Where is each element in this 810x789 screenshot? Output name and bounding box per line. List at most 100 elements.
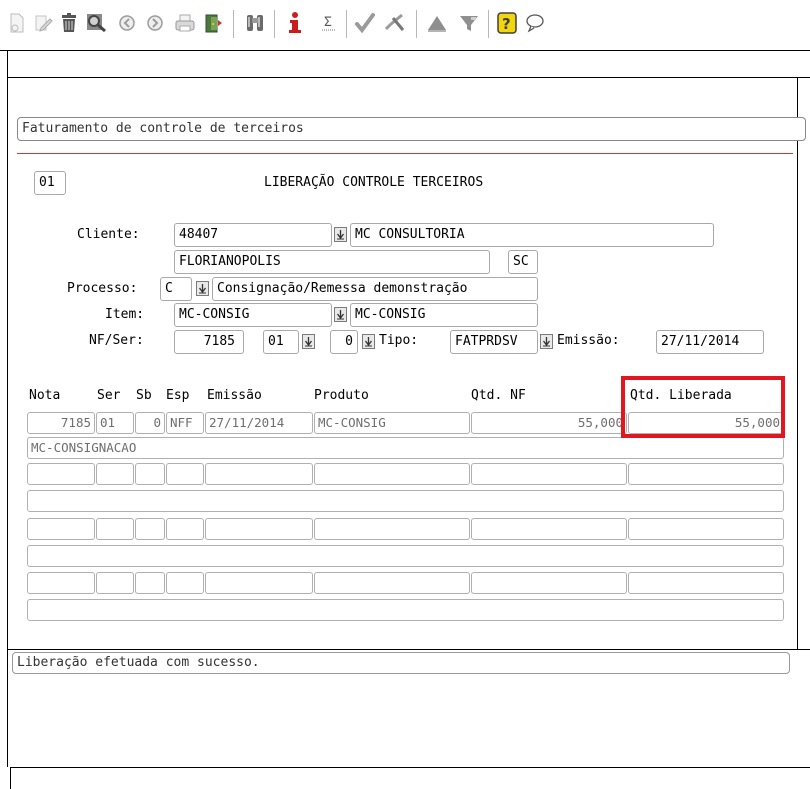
cliente-name-field: MC CONSULTORIA [350, 223, 714, 247]
cidade-field: FLORIANOPOLIS [174, 250, 490, 274]
empty-cell [166, 572, 204, 594]
frame-left-line-bottom [7, 649, 8, 767]
empty-cell [166, 463, 204, 485]
cell-emissao: 27/11/2014 [205, 412, 313, 434]
frame-footer-left-line [10, 767, 11, 789]
empty-cell [314, 572, 470, 594]
cell-descricao: MC-CONSIGNACAO [27, 437, 784, 459]
new-doc-icon[interactable] [4, 8, 30, 38]
check-icon[interactable] [352, 8, 378, 38]
empty-cell [135, 572, 165, 594]
frame-bottom-line [7, 649, 810, 650]
arrow-down-icon [542, 337, 551, 347]
frame-right-line-main [797, 77, 798, 649]
empty-cell [314, 463, 470, 485]
counter-icon[interactable]: Σ [316, 8, 342, 38]
header-esp: Esp [166, 388, 190, 403]
binoculars-icon[interactable] [242, 8, 268, 38]
frame-footer-line [10, 767, 810, 768]
red-divider [17, 153, 793, 154]
empty-cell [471, 463, 627, 485]
form-title: LIBERAÇÃO CONTROLE TERCEIROS [264, 175, 484, 190]
serie-input[interactable]: 01 [263, 330, 299, 354]
empty-cell [96, 463, 134, 485]
cliente-label: Cliente: [77, 227, 140, 242]
cell-produto: MC-CONSIG [314, 412, 470, 434]
empty-cell [205, 572, 313, 594]
cell-sb: 0 [135, 412, 165, 434]
arrow-down-icon [336, 230, 345, 240]
empty-cell [166, 518, 204, 540]
processo-code-input[interactable]: C [160, 277, 192, 301]
arrow-down-icon [364, 337, 373, 347]
help-icon[interactable]: ? [494, 8, 520, 38]
empty-cell [96, 572, 134, 594]
print-icon[interactable] [172, 8, 198, 38]
empty-cell [27, 518, 95, 540]
program-title-field: Faturamento de controle de terceiros [17, 117, 806, 141]
item-code-input[interactable]: MC-CONSIG [174, 303, 332, 327]
cell-qtd-nf: 55,000 [471, 412, 627, 434]
header-emissao: Emissão [207, 388, 262, 403]
cancel-icon[interactable] [382, 8, 408, 38]
empty-cell [471, 518, 627, 540]
frame-left-line-main [7, 77, 8, 649]
uf-field: SC [508, 250, 538, 274]
emissao-input[interactable]: 27/11/2014 [656, 330, 764, 354]
cell-ser: 01 [96, 412, 134, 434]
header-sb: Sb [136, 388, 152, 403]
tipo-input[interactable]: FATPRDSV [450, 330, 538, 354]
frame-top-line [0, 50, 810, 51]
cell-esp: NFF [166, 412, 204, 434]
header-qtd-nf: Qtd. NF [471, 388, 526, 403]
empty-cell [135, 463, 165, 485]
cliente-code-input[interactable]: 48407 [174, 223, 332, 247]
empty-cell [628, 572, 784, 594]
toolbar: Σ ? [0, 0, 810, 50]
emissao-label: Emissão: [557, 333, 620, 348]
header-nota: Nota [29, 388, 61, 403]
svg-text:?: ? [502, 15, 511, 33]
arrow-down-icon [336, 310, 345, 320]
processo-label: Processo: [67, 281, 138, 296]
empty-cell [628, 518, 784, 540]
edit-icon[interactable] [30, 8, 56, 38]
nf-input[interactable]: 7185 [174, 330, 244, 354]
empty-cell [471, 572, 627, 594]
empty-description-row [27, 490, 784, 512]
empty-cell [27, 463, 95, 485]
empty-cell [314, 518, 470, 540]
item-lookup-button[interactable] [334, 307, 347, 322]
processo-desc-field: Consignação/Remessa demonstração [212, 277, 538, 301]
svg-text:Σ: Σ [324, 15, 332, 30]
subserie-lookup-button[interactable] [362, 334, 375, 349]
up-icon[interactable] [424, 8, 450, 38]
empty-cell [135, 518, 165, 540]
search-icon[interactable] [84, 8, 110, 38]
filter-icon[interactable] [456, 8, 482, 38]
highlight-box [621, 376, 785, 438]
serie-lookup-button[interactable] [302, 334, 315, 349]
cell-nota: 7185 [27, 412, 95, 434]
next-icon[interactable] [142, 8, 168, 38]
empty-description-row [27, 545, 784, 567]
empty-cell [205, 518, 313, 540]
header-produto: Produto [314, 388, 369, 403]
tipo-lookup-button[interactable] [540, 334, 553, 349]
processo-lookup-button[interactable] [196, 281, 209, 296]
cliente-lookup-button[interactable] [334, 227, 347, 242]
item-label: Item: [105, 307, 145, 322]
exit-icon[interactable] [200, 8, 226, 38]
previous-icon[interactable] [114, 8, 140, 38]
frame-divider-line [7, 77, 810, 78]
chat-icon[interactable] [522, 8, 548, 38]
nfser-label: NF/Ser: [89, 333, 144, 348]
tipo-label: Tipo: [379, 333, 419, 348]
subserie-input[interactable]: 0 [330, 330, 358, 354]
info-icon[interactable] [282, 8, 308, 38]
status-message: Liberação efetuada com sucesso. [12, 652, 790, 674]
header-ser: Ser [97, 388, 121, 403]
empty-description-row [27, 599, 784, 621]
empty-cell [205, 463, 313, 485]
delete-icon[interactable] [56, 8, 82, 38]
